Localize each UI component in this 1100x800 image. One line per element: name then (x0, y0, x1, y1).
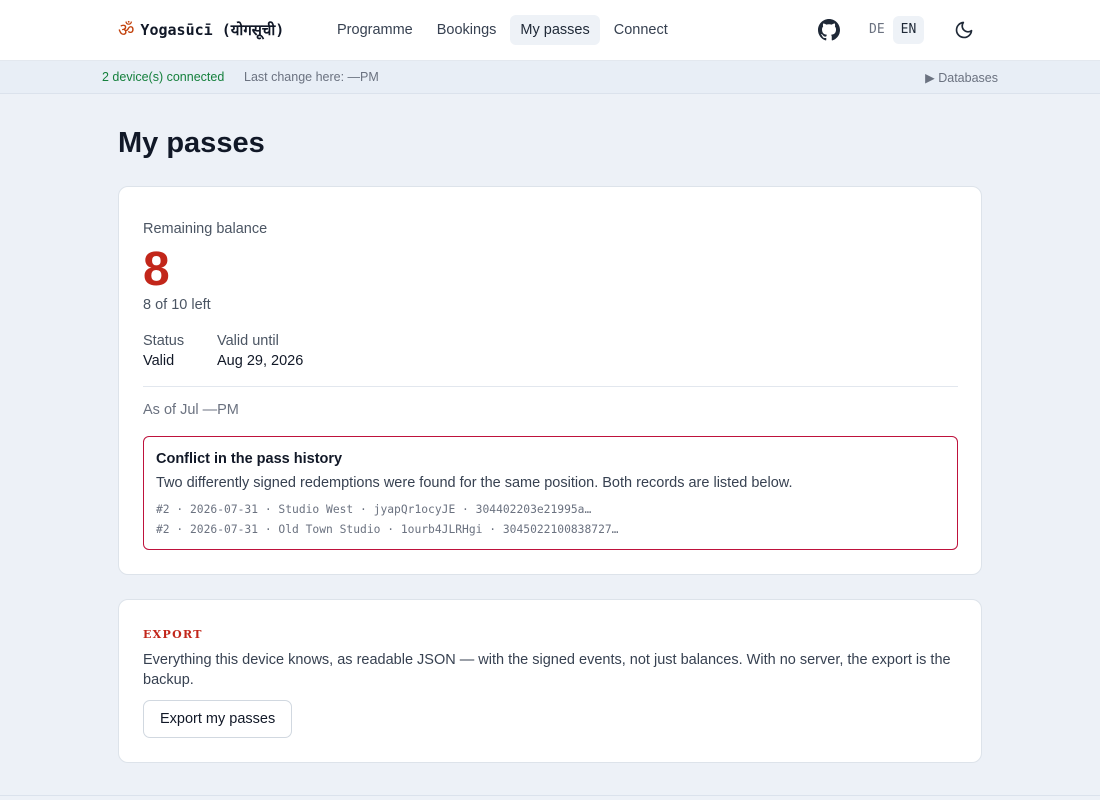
top-navigation-bar: ॐ Yogasūcī (योगसूची) Programme Bookings … (0, 0, 1100, 61)
moon-icon[interactable] (954, 20, 974, 40)
divider (143, 386, 958, 387)
footer-divider (0, 795, 1100, 796)
conflict-description: Two differently signed redemptions were … (156, 475, 793, 491)
conflict-alert: Conflict in the pass history Two differe… (143, 436, 958, 550)
brand-logo[interactable]: ॐ Yogasūcī (योगसूची) (118, 18, 284, 42)
status-value: Valid (143, 353, 175, 369)
github-icon[interactable] (818, 19, 840, 41)
balance-card: Remaining balance 8 8 of 10 left Status … (118, 186, 982, 575)
databases-toggle[interactable]: ▶ Databases (925, 70, 998, 85)
devices-connected-status: 2 device(s) connected (102, 70, 225, 84)
brand-name: Yogasūcī (योगसूची) (140, 21, 285, 39)
lang-en[interactable]: EN (892, 16, 925, 44)
conflict-title: Conflict in the pass history (156, 451, 343, 467)
status-bar: 2 device(s) connected Last change here: … (0, 61, 1100, 94)
export-passes-button[interactable]: Export my passes (143, 700, 293, 738)
page-title: My passes (118, 127, 265, 159)
export-description: Everything this device knows, as readabl… (143, 652, 951, 688)
as-of-timestamp: As of Jul —PM (143, 402, 239, 418)
om-icon: ॐ (118, 20, 135, 41)
nav-my-passes[interactable]: My passes (510, 15, 600, 45)
nav-connect[interactable]: Connect (604, 15, 678, 45)
language-switcher: DE EN (861, 16, 925, 44)
conflict-record: #2 · 2026-07-31 · Old Town Studio · 1our… (156, 523, 619, 536)
lang-de[interactable]: DE (861, 16, 893, 44)
remaining-balance-value: 8 (143, 243, 170, 296)
remaining-balance-label: Remaining balance (143, 221, 268, 237)
nav-programme[interactable]: Programme (327, 15, 423, 45)
last-change-status: Last change here: —PM (244, 70, 379, 84)
nav-bookings[interactable]: Bookings (427, 15, 507, 45)
main-nav: Programme Bookings My passes Connect (327, 15, 678, 45)
remaining-detail: 8 of 10 left (143, 297, 211, 313)
valid-until-value: Aug 29, 2026 (217, 353, 304, 369)
status-label: Status (143, 333, 185, 349)
export-section-label: EXPORT (143, 628, 203, 641)
conflict-record: #2 · 2026-07-31 · Studio West · jyapQr1o… (156, 503, 592, 516)
export-card: EXPORT Everything this device knows, as … (118, 599, 982, 763)
valid-until-label: Valid until (217, 333, 279, 349)
